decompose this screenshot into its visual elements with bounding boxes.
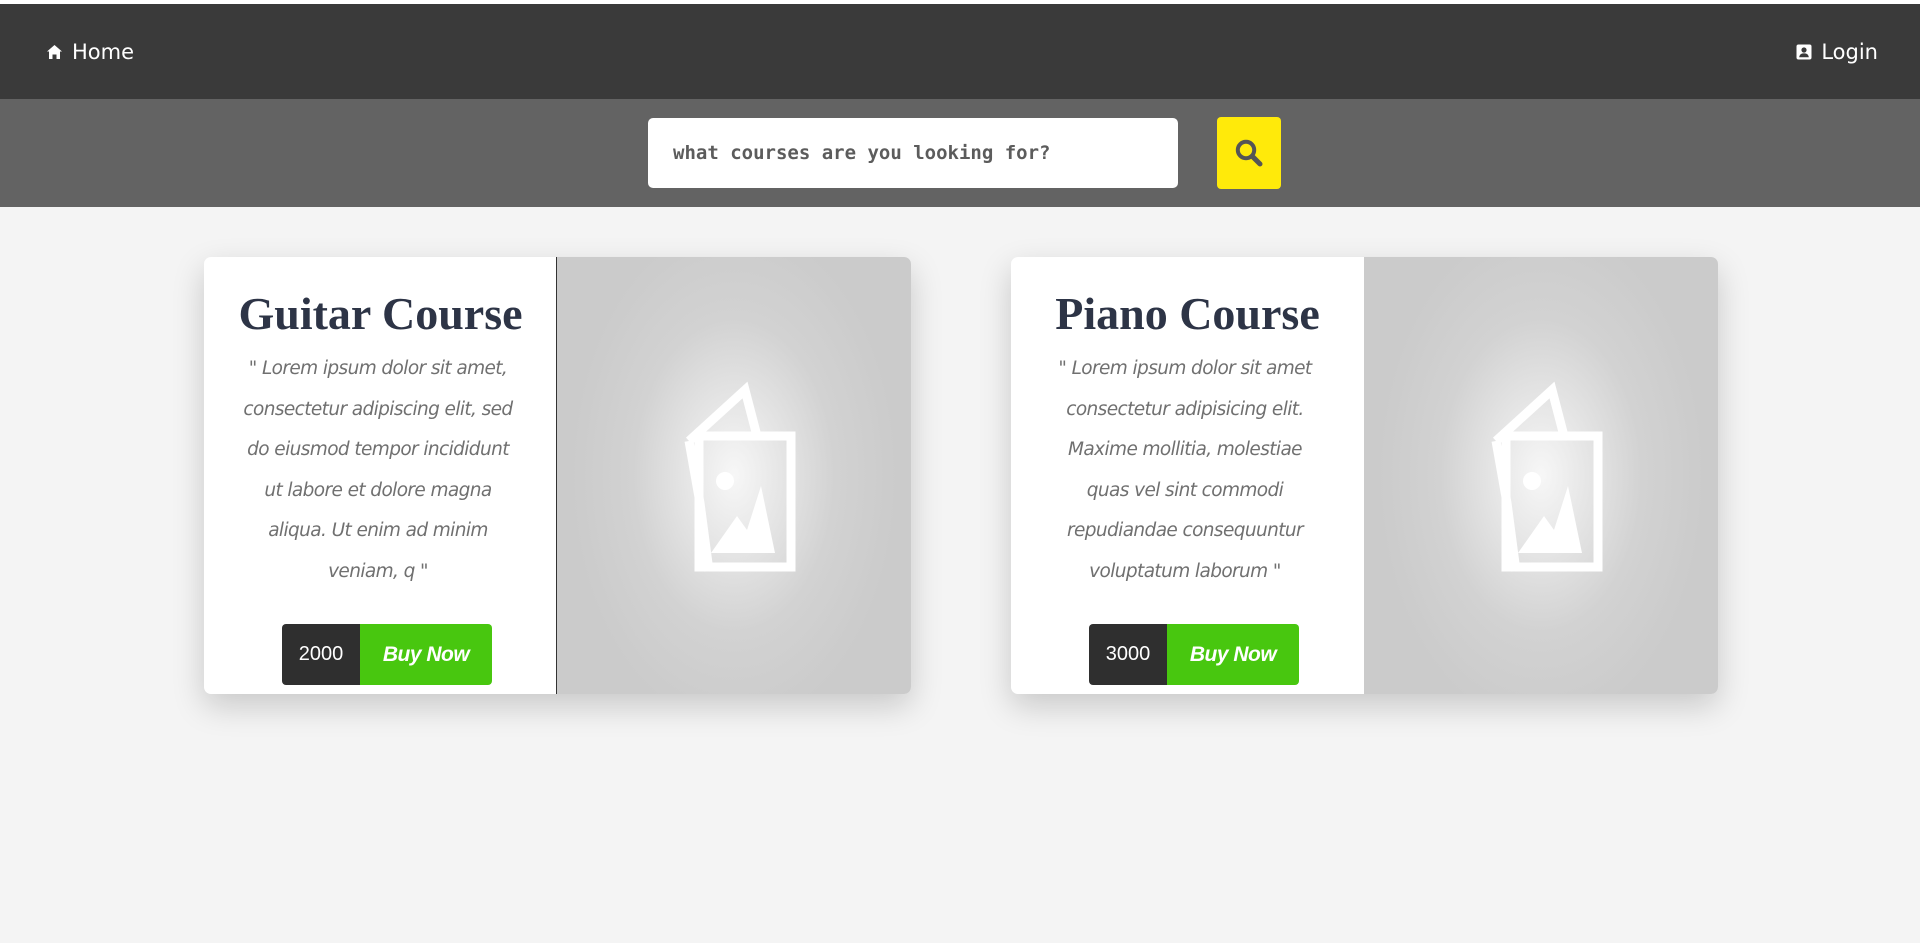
nav-login-link[interactable]: Login bbox=[1796, 4, 1878, 99]
price-buy-group: 3000 Buy Now bbox=[1089, 624, 1299, 685]
price-tag: 2000 bbox=[282, 624, 360, 685]
card-text-panel: Piano Course " Lorem ipsum dolor sit ame… bbox=[1011, 257, 1364, 694]
navbar: Home Login bbox=[0, 4, 1920, 99]
course-title: Guitar Course bbox=[238, 288, 523, 339]
home-icon bbox=[47, 44, 62, 59]
nav-home-link[interactable]: Home bbox=[46, 4, 134, 99]
image-placeholder-icon bbox=[684, 381, 796, 572]
card-text-panel: Guitar Course " Lorem ipsum dolor sit am… bbox=[204, 257, 557, 694]
course-description: " Lorem ipsum dolor sit amet, consectetu… bbox=[243, 358, 513, 582]
nav-home-label: Home bbox=[72, 39, 135, 64]
course-title: Piano Course bbox=[1055, 288, 1320, 339]
user-badge-icon bbox=[1796, 44, 1812, 59]
search-button[interactable] bbox=[1217, 117, 1281, 189]
buy-now-button[interactable]: Buy Now bbox=[360, 624, 492, 685]
price-buy-group: 2000 Buy Now bbox=[282, 624, 492, 685]
image-placeholder-icon bbox=[1491, 381, 1603, 572]
course-image bbox=[557, 257, 911, 694]
course-card-piano: Piano Course " Lorem ipsum dolor sit ame… bbox=[1011, 257, 1718, 694]
course-image bbox=[1364, 257, 1718, 694]
price-tag: 3000 bbox=[1089, 624, 1167, 685]
search-input[interactable] bbox=[648, 118, 1178, 188]
search-icon bbox=[1235, 139, 1263, 167]
search-bar bbox=[0, 99, 1920, 207]
course-card-guitar: Guitar Course " Lorem ipsum dolor sit am… bbox=[204, 257, 911, 694]
nav-login-label: Login bbox=[1821, 39, 1878, 64]
buy-now-button[interactable]: Buy Now bbox=[1167, 624, 1299, 685]
course-description: " Lorem ipsum dolor sit amet consectetur… bbox=[1058, 358, 1312, 582]
